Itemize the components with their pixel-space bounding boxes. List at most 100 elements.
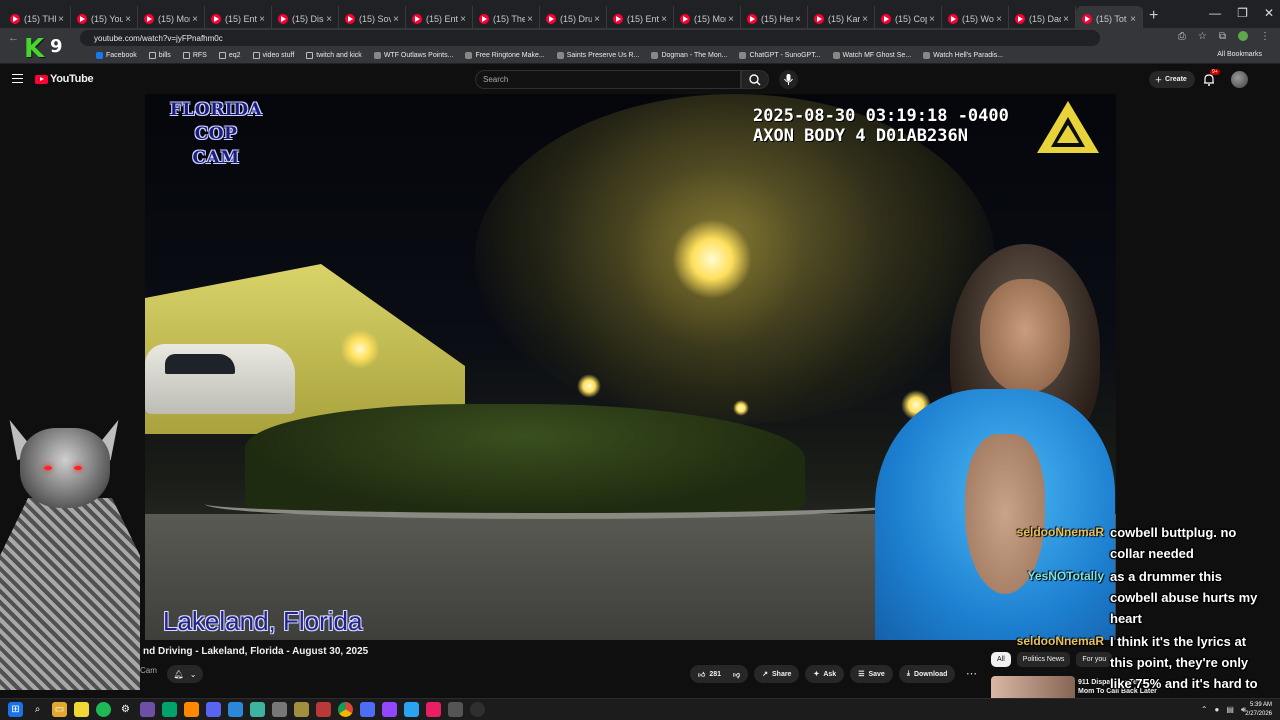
close-tab-icon[interactable]: × [58, 14, 64, 25]
minimize-icon[interactable]: — [1209, 6, 1221, 20]
system-clock[interactable]: 5:39 AM 2/27/2026 [1245, 701, 1272, 719]
close-tab-icon[interactable]: × [594, 14, 600, 25]
account-avatar[interactable] [1231, 71, 1248, 88]
close-tab-icon[interactable]: × [996, 14, 1002, 25]
video-actions: 👍︎ 281 👎︎ ↗ Share ✦ Ask ☰ Save ⤓ Downloa… [690, 665, 956, 683]
extension-icon[interactable]: ⧉ [1219, 31, 1226, 42]
notifications-button[interactable] [1203, 73, 1215, 91]
install-icon[interactable]: ⎙ [1178, 31, 1186, 42]
app-icon[interactable] [360, 702, 375, 717]
bookmark-item[interactable]: ChatGPT - SunoGPT... [739, 52, 821, 59]
close-tab-icon[interactable]: × [326, 14, 332, 25]
thumbs-down-icon[interactable]: 👎︎ [733, 670, 740, 679]
system-tray: ⌃ ● ▤ 🔊︎ [1201, 705, 1246, 715]
bookmark-item[interactable]: RFS [182, 52, 207, 59]
microphone-icon[interactable]: ● [1215, 705, 1220, 715]
close-tab-icon[interactable]: × [393, 14, 399, 25]
channel-name[interactable]: Cam [140, 666, 157, 675]
app-icon[interactable] [448, 702, 463, 717]
search-icon[interactable]: ⌕ [30, 702, 45, 717]
app-icon[interactable] [404, 702, 419, 717]
bookmark-item[interactable]: Watch Hell's Paradis... [923, 52, 1003, 59]
bookmark-item[interactable]: Saints Preserve Us R... [556, 52, 639, 59]
obs-icon[interactable] [470, 702, 485, 717]
app-icon[interactable] [316, 702, 331, 717]
omnibox[interactable]: youtube.com/watch?v=jyFPnafhm0c [80, 30, 1100, 46]
bookmark-item[interactable]: WTF Outlaws Points... [373, 52, 453, 59]
save-button[interactable]: ☰ Save [850, 665, 893, 683]
network-icon[interactable]: ▤ [1226, 705, 1234, 715]
spotify-icon[interactable] [96, 702, 111, 717]
video-player[interactable]: FLORIDA COP CAM 2025-08-30 03:19:18 -0400 … [145, 94, 1116, 640]
app-icon[interactable] [272, 702, 287, 717]
app-icon[interactable] [206, 702, 221, 717]
bookmark-item[interactable]: Facebook [96, 52, 137, 59]
like-button[interactable]: 👍︎ 281 👎︎ [690, 665, 749, 683]
share-button[interactable]: ↗ Share [754, 665, 800, 683]
close-tab-icon[interactable]: × [929, 14, 935, 25]
bookmark-item[interactable]: eq2 [218, 52, 241, 59]
close-tab-icon[interactable]: × [192, 14, 198, 25]
bookmark-item[interactable]: bills [148, 52, 171, 59]
sticky-notes-icon[interactable] [74, 702, 89, 717]
youtube-logo[interactable]: YouTube [35, 73, 94, 85]
close-tab-icon[interactable]: × [728, 14, 734, 25]
close-tab-icon[interactable]: × [259, 14, 265, 25]
search-input[interactable]: Search [475, 70, 741, 89]
app-icon[interactable] [426, 702, 441, 717]
close-tab-icon[interactable]: × [862, 14, 868, 25]
close-tab-icon[interactable]: × [460, 14, 466, 25]
ask-button[interactable]: ✦ Ask [805, 665, 845, 683]
menu-icon[interactable]: ⋮ [1260, 31, 1270, 42]
create-button[interactable]: ＋ Create [1149, 71, 1195, 88]
bookmark-item[interactable]: video stuff [252, 52, 294, 59]
close-tab-icon[interactable]: × [527, 14, 533, 25]
bookmark-star-icon[interactable]: ☆ [1198, 31, 1207, 42]
close-tab-icon[interactable]: × [661, 14, 667, 25]
settings-icon[interactable]: ⚙ [118, 702, 133, 717]
bookmark-item[interactable]: Free Ringtone Make... [465, 52, 545, 59]
hamburger-menu-icon[interactable] [12, 74, 23, 83]
app-icon[interactable] [140, 702, 155, 717]
close-window-icon[interactable]: ✕ [1264, 6, 1274, 20]
back-icon[interactable]: ← [8, 32, 19, 44]
voice-search-button[interactable] [779, 70, 798, 89]
windows-start-icon[interactable]: ⊞ [8, 702, 23, 717]
close-tab-icon[interactable]: × [1130, 14, 1136, 25]
file-explorer-icon[interactable]: ▭ [52, 702, 67, 717]
youtube-favicon-icon [814, 14, 824, 24]
download-button[interactable]: ⤓ Download [898, 665, 956, 683]
site-icon [651, 52, 659, 59]
more-actions-icon[interactable]: ⋯ [966, 667, 977, 680]
restore-icon[interactable]: ❐ [1237, 6, 1248, 20]
tab-label: (15) They C [493, 14, 525, 24]
chat-username: YesNOTotally [1027, 569, 1104, 583]
bookmark-item[interactable]: Dogman - The Mon... [651, 52, 727, 59]
chevron-up-icon[interactable]: ⌃ [1201, 705, 1208, 715]
tab-label: (15) Cop Ar [895, 14, 927, 24]
bookmark-item[interactable]: twitch and kick [306, 52, 362, 59]
new-tab-icon[interactable]: + [1149, 7, 1158, 25]
bookmark-item[interactable]: Watch MF Ghost Se... [832, 52, 911, 59]
plus-icon: ＋ [1155, 76, 1162, 84]
app-icon[interactable] [250, 702, 265, 717]
tab-label: (15) Here's [761, 14, 794, 24]
app-icon[interactable] [382, 702, 397, 717]
profile-icon[interactable] [1238, 31, 1248, 41]
close-tab-icon[interactable]: × [125, 14, 131, 25]
youtube-favicon-icon [10, 14, 20, 24]
search-button[interactable] [741, 70, 769, 89]
close-tab-icon[interactable]: × [795, 14, 801, 25]
notification-badge: 9+ [1210, 69, 1220, 75]
close-tab-icon[interactable]: × [1063, 14, 1069, 25]
chrome-icon[interactable] [338, 702, 353, 717]
all-bookmarks-button[interactable]: All Bookmarks [1217, 51, 1262, 58]
subscription-bell-button[interactable]: 🔔︎ ⌄ [167, 665, 203, 683]
youtube-favicon-icon [144, 14, 154, 24]
tab-label: (15) Woma [962, 14, 994, 24]
app-icon[interactable] [162, 702, 177, 717]
app-icon[interactable] [294, 702, 309, 717]
vlc-icon[interactable] [184, 702, 199, 717]
youtube-favicon-icon [77, 14, 87, 24]
app-icon[interactable] [228, 702, 243, 717]
